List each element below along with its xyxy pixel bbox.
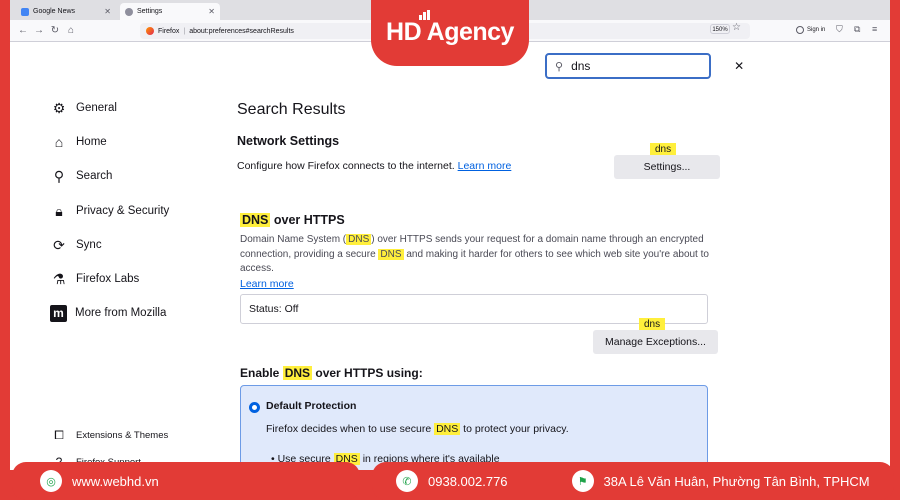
search-highlight: DNS: [434, 423, 461, 435]
option-desc-part: to protect your privacy.: [460, 423, 569, 435]
network-settings-button[interactable]: Settings...: [614, 155, 720, 179]
location-icon: ⚑: [571, 470, 594, 492]
enable-post: over HTTPS using:: [312, 366, 423, 380]
enable-pre: Enable: [240, 366, 283, 380]
search-highlight: DNS: [378, 248, 404, 260]
sign-in-button[interactable]: Sign in: [796, 24, 825, 36]
network-learn-more-link[interactable]: Learn more: [458, 160, 512, 172]
network-desc-text: Configure how Firefox connects to the in…: [237, 160, 455, 172]
back-icon[interactable]: ←: [16, 24, 30, 38]
tab-title: Settings: [137, 8, 163, 15]
phone-text[interactable]: 0938.002.776: [428, 474, 508, 489]
flask-icon: ⚗: [52, 270, 66, 287]
url-text: about:preferences#searchResults: [189, 27, 294, 35]
forward-icon[interactable]: →: [32, 24, 46, 38]
search-icon: ⚲: [555, 60, 564, 73]
default-protection-radio[interactable]: [249, 402, 260, 413]
sign-in-label: Sign in: [807, 27, 826, 33]
reload-icon[interactable]: ↻: [48, 24, 62, 38]
web-icon: ◎: [40, 470, 62, 492]
mozilla-icon: m: [50, 304, 67, 322]
url-brand: Firefox: [158, 27, 180, 35]
clear-icon[interactable]: ✕: [734, 59, 744, 73]
network-settings-description: Configure how Firefox connects to the in…: [237, 160, 511, 172]
page-title: Search Results: [237, 101, 346, 118]
search-icon: ⚲: [53, 167, 65, 184]
sidebar-item-extensions[interactable]: ⧠ Extensions & Themes: [50, 423, 220, 447]
sidebar-item-more-from-mozilla[interactable]: m More from Mozilla: [50, 301, 220, 325]
option-description: Firefox decides when to use secure DNS t…: [266, 423, 569, 435]
enable-doh-heading: Enable DNS over HTTPS using:: [240, 366, 423, 380]
close-icon[interactable]: ✕: [208, 7, 215, 16]
home-icon: ⌂: [54, 134, 64, 150]
tab-title: Google News: [33, 8, 76, 15]
sidebar-item-search[interactable]: ⚲ Search: [50, 164, 220, 188]
sync-icon: ⟳: [53, 236, 65, 253]
url-separator: |: [183, 27, 186, 35]
website-pill: ◎ www.webhd.vn: [12, 462, 360, 500]
firefox-icon: [146, 27, 154, 35]
gear-icon: [125, 7, 133, 16]
puzzle-icon: ⧠: [54, 427, 64, 442]
news-icon: [21, 7, 29, 16]
lock-icon: 🔒︎: [55, 202, 63, 219]
sidebar-item-general[interactable]: ⚙ General: [50, 96, 220, 120]
sidebar-item-label: Extensions & Themes: [76, 429, 169, 441]
find-input[interactable]: [571, 59, 727, 73]
star-icon[interactable]: ☆: [732, 22, 741, 33]
shield-icon[interactable]: ⛉: [836, 24, 843, 35]
default-protection-option[interactable]: Default Protection Firefox decides when …: [240, 385, 708, 470]
option-desc-part: Firefox decides when to use secure: [266, 423, 435, 435]
sidebar-item-sync[interactable]: ⟳ Sync: [50, 233, 220, 257]
home-icon[interactable]: ⌂: [64, 24, 78, 38]
sidebar-item-label: More from Mozilla: [75, 307, 167, 319]
sidebar-item-label: Search: [76, 170, 113, 182]
sidebar-item-label: Firefox Labs: [76, 273, 140, 285]
browser-window: Google News ✕ Settings ✕ ← → ↻ ⌂ Firefox…: [10, 0, 890, 470]
find-in-settings[interactable]: ⚲ ✕: [545, 53, 744, 79]
sidebar-item-label: Sync: [76, 239, 102, 251]
sidebar-item-label: General: [76, 102, 117, 114]
address-text: 38A Lê Văn Huân, Phường Tân Bình, TPHCM: [603, 473, 870, 489]
sidebar-item-privacy[interactable]: 🔒︎ Privacy & Security: [50, 199, 220, 223]
doh-description: Domain Name System (DNS) over HTTPS send…: [240, 233, 710, 277]
sidebar-item-firefox-labs[interactable]: ⚗ Firefox Labs: [50, 267, 220, 291]
doh-learn-more-link[interactable]: Learn more: [240, 278, 294, 290]
doh-status: Status: Off: [240, 294, 708, 324]
contact-footer: ◎ www.webhd.vn ✆ 0938.002.776 ⚑ 38A Lê V…: [0, 462, 900, 500]
network-settings-heading: Network Settings: [237, 134, 340, 148]
contact-pill: ✆ 0938.002.776 ⚑ 38A Lê Văn Huân, Phường…: [372, 462, 894, 500]
zoom-indicator[interactable]: 150%: [710, 24, 730, 34]
option-title: Default Protection: [266, 400, 357, 412]
phone-icon: ✆: [396, 470, 418, 492]
gear-icon: ⚙: [52, 99, 66, 116]
sidebar-item-label: Home: [76, 136, 107, 148]
doh-heading: DNS over HTTPS: [240, 213, 345, 227]
manage-exceptions-button[interactable]: Manage Exceptions...: [593, 330, 718, 354]
sidebar-item-label: Privacy & Security: [76, 205, 170, 217]
logo-text: HD Agency: [386, 18, 514, 46]
doh-desc-part: Domain Name System (: [240, 234, 347, 245]
website-text[interactable]: www.webhd.vn: [72, 474, 159, 489]
doh-heading-text: over HTTPS: [270, 213, 345, 227]
sidebar-item-home[interactable]: ⌂ Home: [50, 130, 220, 154]
brand-logo: HD Agency: [371, 0, 529, 66]
tab-google-news[interactable]: Google News ✕: [16, 3, 116, 20]
close-icon[interactable]: ✕: [104, 7, 111, 16]
tab-settings[interactable]: Settings ✕: [120, 3, 220, 20]
extensions-icon[interactable]: ⧉: [854, 24, 860, 35]
search-highlight: DNS: [346, 234, 372, 245]
search-highlight: DNS: [240, 213, 271, 227]
account-icon: [796, 26, 804, 34]
menu-icon[interactable]: ≡: [872, 24, 877, 34]
search-highlight: DNS: [282, 366, 313, 380]
